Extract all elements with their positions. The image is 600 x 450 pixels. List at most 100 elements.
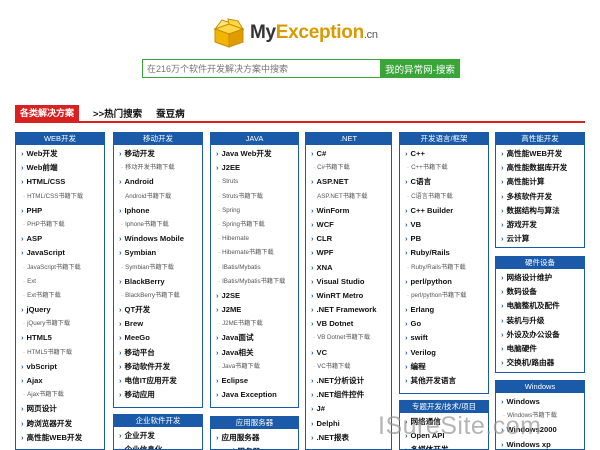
category-link[interactable]: Java面试 (216, 331, 298, 345)
book-download-link[interactable]: Struts (216, 175, 298, 189)
category-link[interactable]: Java Web开发 (216, 147, 298, 161)
category-link[interactable]: 网络设计维护 (501, 271, 584, 285)
category-link[interactable]: WCF (311, 218, 391, 232)
category-link[interactable]: C# (311, 147, 391, 161)
category-link[interactable]: Go (405, 317, 488, 331)
book-download-link[interactable]: C#书籍下载 (311, 161, 391, 175)
column-header[interactable]: JAVA (211, 133, 298, 145)
category-link[interactable]: 高性能计算 (501, 175, 584, 189)
tab-hot-search[interactable]: >>热门搜索 (93, 106, 142, 120)
book-download-link[interactable]: IBatis/Mybatis书籍下载 (216, 275, 298, 289)
category-link[interactable]: J2EE (216, 161, 298, 175)
category-link[interactable]: CLR (311, 232, 391, 246)
column-header[interactable]: 高性能开发 (496, 133, 584, 145)
book-download-link[interactable]: Spring (216, 204, 298, 218)
category-link[interactable]: 游戏开发 (501, 218, 584, 232)
book-download-link[interactable]: Symbian书籍下载 (119, 261, 202, 275)
book-download-link[interactable]: perl/python书籍下载 (405, 289, 488, 303)
column-header[interactable]: 企业软件开发 (114, 415, 202, 427)
book-download-link[interactable]: Ajax书籍下载 (21, 388, 104, 402)
column-header[interactable]: Windows (496, 381, 584, 393)
category-link[interactable]: jQuery (21, 303, 104, 317)
category-link[interactable]: 移动软件开发 (119, 360, 202, 374)
category-link[interactable]: Iphone (119, 204, 202, 218)
category-link[interactable]: WPF (311, 246, 391, 260)
column-header[interactable]: 移动开发 (114, 133, 202, 145)
book-download-link[interactable]: Java书籍下载 (216, 360, 298, 374)
category-link[interactable]: Brew (119, 317, 202, 331)
book-download-link[interactable]: Hibernate书籍下载 (216, 246, 298, 260)
category-link[interactable]: Erlang (405, 303, 488, 317)
category-link[interactable]: PB (405, 232, 488, 246)
category-link[interactable]: Windows (501, 395, 584, 409)
category-link[interactable]: Web服务器 (216, 445, 298, 449)
category-link[interactable]: QT开发 (119, 303, 202, 317)
site-logo[interactable]: MyException.cn (212, 18, 378, 48)
category-link[interactable]: MeeGo (119, 331, 202, 345)
category-link[interactable]: PHP (21, 204, 104, 218)
book-download-link[interactable]: HTML5书籍下载 (21, 346, 104, 360)
category-link[interactable]: C语言 (405, 175, 488, 189)
category-link[interactable]: .NET Framework (311, 303, 391, 317)
category-link[interactable]: .NET组件控件 (311, 388, 391, 402)
category-link[interactable]: 多媒体开发 (405, 443, 488, 449)
category-link[interactable]: JavaScript (21, 246, 104, 260)
category-link[interactable]: ASP (21, 232, 104, 246)
book-download-link[interactable]: Ruby/Rails书籍下载 (405, 261, 488, 275)
book-download-link[interactable]: Iphone书籍下载 (119, 218, 202, 232)
column-header[interactable]: 应用服务器 (211, 417, 298, 429)
category-link[interactable]: 云计算 (501, 232, 584, 246)
category-link[interactable]: Windows Mobile (119, 232, 202, 246)
search-button[interactable]: 我的异常网-搜索 (380, 59, 460, 78)
category-link[interactable]: 高性能WEB开发 (21, 431, 104, 445)
category-link[interactable]: Android (119, 175, 202, 189)
category-link[interactable]: swift (405, 331, 488, 345)
book-download-link[interactable]: Ext书籍下载 (21, 289, 104, 303)
category-link[interactable]: 数据结构与算法 (501, 204, 584, 218)
category-link[interactable]: 电脑硬件 (501, 342, 584, 356)
category-link[interactable]: 外设及办公设备 (501, 328, 584, 342)
category-link[interactable]: 数码设备 (501, 285, 584, 299)
category-link[interactable]: Ajax (21, 374, 104, 388)
category-link[interactable]: 企业开发 (119, 429, 202, 443)
column-header[interactable]: WEB开发 (16, 133, 104, 145)
category-link[interactable]: Java Exception (216, 388, 298, 402)
book-download-link[interactable]: Ext (21, 275, 104, 289)
column-header[interactable]: 开发语言/框架 (400, 133, 488, 145)
book-download-link[interactable]: ASP.NET书籍下载 (311, 190, 391, 204)
category-link[interactable]: WinRT Metro (311, 289, 391, 303)
category-link[interactable]: 交换机/路由器 (501, 356, 584, 370)
book-download-link[interactable]: PHP书籍下载 (21, 218, 104, 232)
category-link[interactable]: LINQ (311, 445, 391, 449)
category-link[interactable]: J2ME (216, 303, 298, 317)
category-link[interactable]: Verilog (405, 346, 488, 360)
book-download-link[interactable]: jQuery书籍下载 (21, 317, 104, 331)
category-link[interactable]: 移动应用 (119, 388, 202, 402)
book-download-link[interactable]: C语言书籍下载 (405, 190, 488, 204)
category-link[interactable]: Java相关 (216, 346, 298, 360)
book-download-link[interactable]: BlackBerry书籍下载 (119, 289, 202, 303)
category-link[interactable]: J2SE (216, 289, 298, 303)
tab-solutions[interactable]: 各类解决方案 (15, 105, 80, 121)
category-link[interactable]: 企业信息化 (119, 443, 202, 449)
category-link[interactable]: ASP.NET (311, 175, 391, 189)
category-link[interactable]: 装机与升级 (501, 314, 584, 328)
book-download-link[interactable]: JavaScript书籍下载 (21, 261, 104, 275)
category-link[interactable]: 电脑整机及配件 (501, 299, 584, 313)
category-link[interactable]: Ruby/Rails (405, 246, 488, 260)
book-download-link[interactable]: 移动开发书籍下载 (119, 161, 202, 175)
book-download-link[interactable]: IBatis/Mybatis (216, 261, 298, 275)
category-link[interactable]: Eclipse (216, 374, 298, 388)
book-download-link[interactable]: HTML/CSS书籍下载 (21, 190, 104, 204)
category-link[interactable]: 应用服务器 (216, 431, 298, 445)
category-link[interactable]: Visual Studio (311, 275, 391, 289)
category-link[interactable]: 多核软件开发 (501, 190, 584, 204)
category-link[interactable]: 电信IT应用开发 (119, 374, 202, 388)
category-link[interactable]: Symbian (119, 246, 202, 260)
category-link[interactable]: VC (311, 346, 391, 360)
category-link[interactable]: XNA (311, 261, 391, 275)
category-link[interactable]: 移动开发 (119, 147, 202, 161)
category-link[interactable]: 移动平台 (119, 346, 202, 360)
category-link[interactable]: .NET分析设计 (311, 374, 391, 388)
category-link[interactable]: VB Dotnet (311, 317, 391, 331)
